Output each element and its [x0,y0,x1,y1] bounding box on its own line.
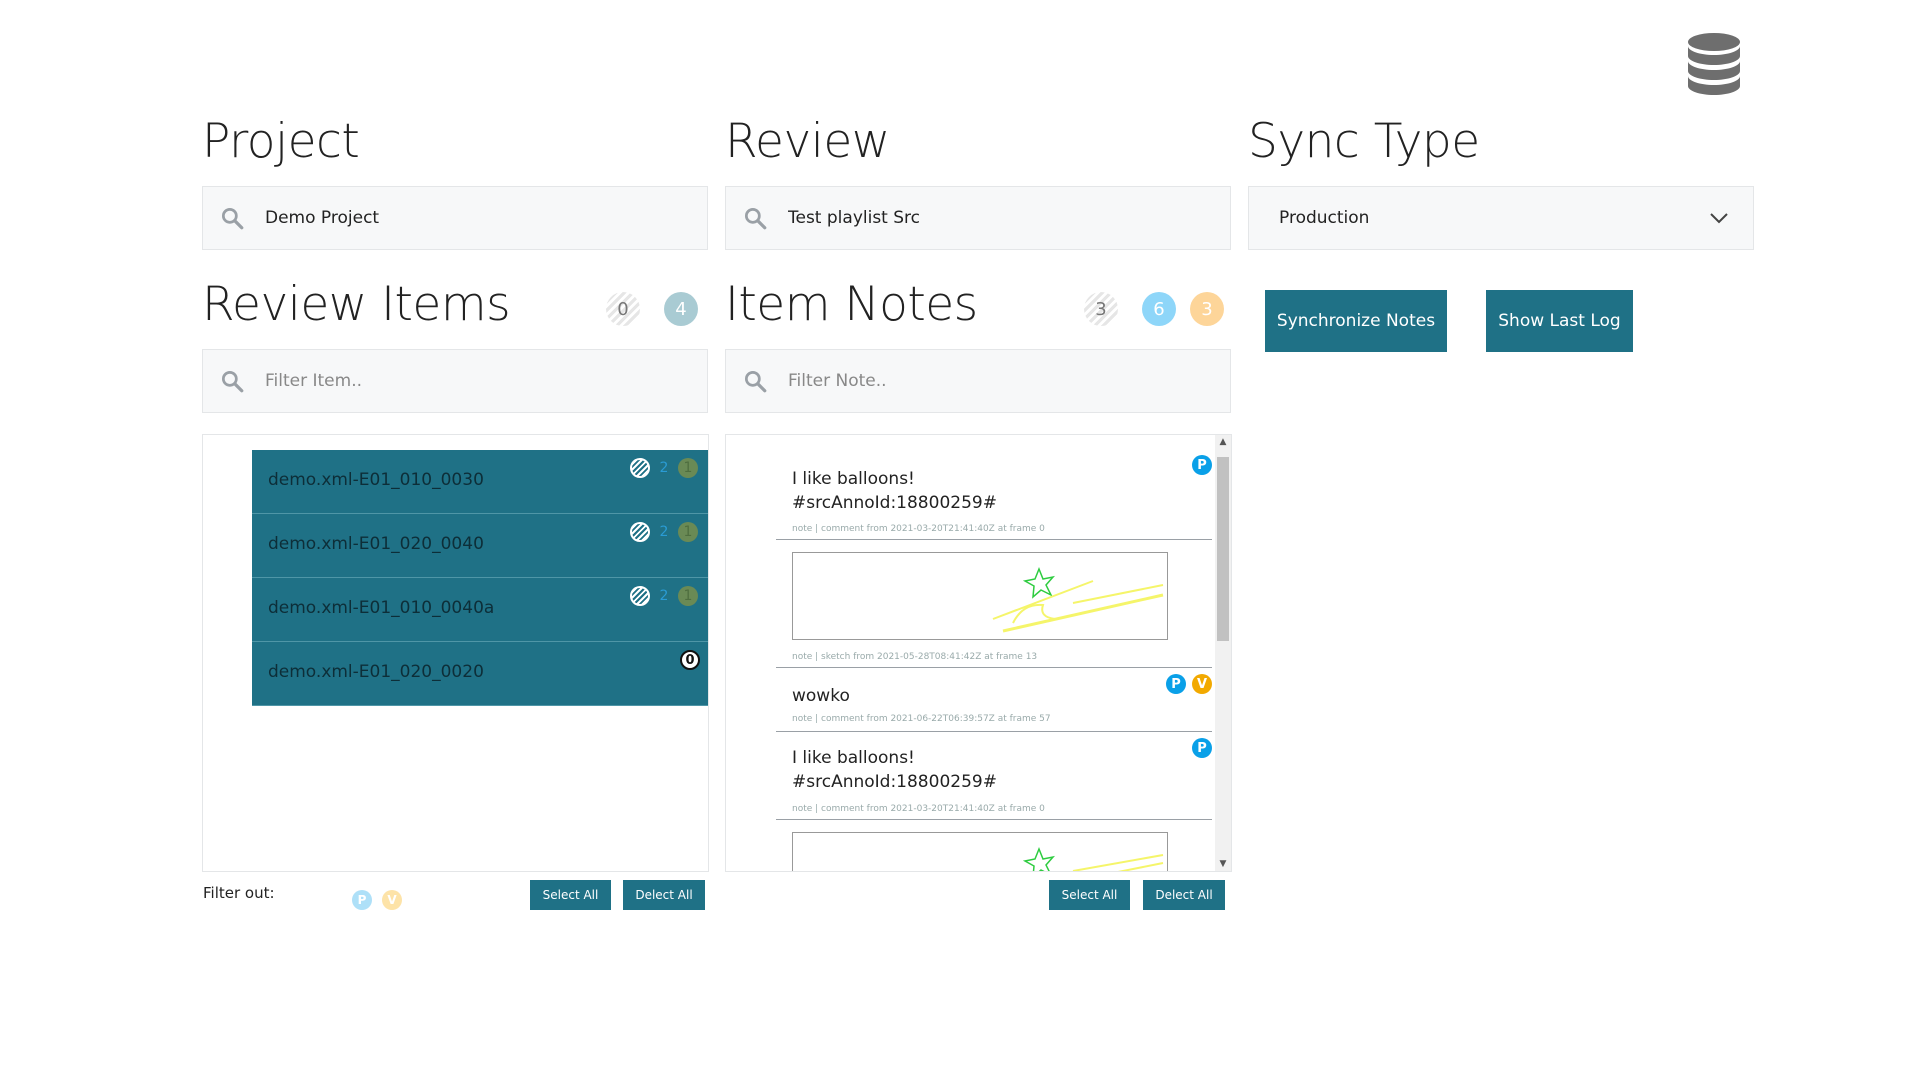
count-green: 1 [678,586,698,606]
filter-out-v-toggle[interactable]: V [382,890,402,910]
note-meta: note | comment from 2021-03-20T21:41:40Z… [792,804,1045,814]
chevron-down-icon [1710,213,1728,224]
note-item[interactable] [776,820,1212,871]
list-item[interactable]: demo.xml-E01_020_0020 0 [252,642,708,706]
project-search[interactable] [202,186,708,250]
notes-orange-badge: 3 [1190,292,1224,326]
count-blue: 2 [659,460,669,476]
tag-p: P [1192,455,1212,475]
note-text: I like balloons! [792,748,915,768]
note-item[interactable]: wowko note | comment from 2021-06-22T06:… [776,668,1212,732]
item-notes-heading: Item Notes [725,277,978,332]
review-search-input[interactable] [788,208,1168,228]
note-item[interactable]: I like balloons! #srcAnnoId:18800259# no… [776,435,1212,540]
sync-type-select[interactable]: Production [1248,186,1754,250]
show-last-log-button[interactable]: Show Last Log [1486,290,1633,352]
item-name: demo.xml-E01_010_0040a [268,598,495,618]
list-item[interactable]: demo.xml-E01_010_0030 2 1 [252,450,708,514]
note-text-line2: #srcAnnoId:18800259# [792,772,997,792]
review-search[interactable] [725,186,1231,250]
item-notes-list[interactable]: I like balloons! #srcAnnoId:18800259# no… [725,434,1232,872]
filter-out-p-toggle[interactable]: P [352,890,372,910]
note-text-line2: #srcAnnoId:18800259# [792,493,997,513]
note-meta: note | comment from 2021-06-22T06:39:57Z… [792,714,1051,724]
zero-badge-icon: 0 [680,650,700,670]
search-icon [744,207,767,230]
list-item[interactable]: demo.xml-E01_020_0040 2 1 [252,514,708,578]
notes-scrollbar[interactable]: ▲ ▼ [1215,435,1231,871]
count-blue: 2 [659,524,669,540]
note-text: wowko [792,686,850,706]
filter-out-label: Filter out: [203,884,275,902]
item-name: demo.xml-E01_020_0020 [268,662,484,682]
scroll-up-icon[interactable]: ▲ [1218,437,1228,447]
count-blue: 2 [659,588,669,604]
synchronize-notes-button[interactable]: Synchronize Notes [1265,290,1447,352]
sync-type-heading: Sync Type [1248,114,1480,169]
sketch-thumbnail [792,552,1168,640]
tag-v: V [1192,674,1212,694]
filter-note-input[interactable] [788,371,1168,391]
sketch-thumbnail [792,832,1168,871]
sync-type-value: Production [1279,208,1370,228]
note-meta: note | comment from 2021-03-20T21:41:40Z… [792,524,1045,534]
status-done-icon [630,586,650,606]
count-green: 1 [678,458,698,478]
items-deselect-all-button[interactable]: Delect All [623,880,705,910]
note-meta: note | sketch from 2021-05-28T08:41:42Z … [792,652,1038,662]
tag-p: P [1192,738,1212,758]
scroll-thumb[interactable] [1217,457,1229,641]
notes-select-all-button[interactable]: Select All [1049,880,1130,910]
scroll-down-icon[interactable]: ▼ [1218,859,1228,869]
database-icon[interactable] [1686,32,1742,96]
count-green: 1 [678,522,698,542]
notes-blue-badge: 6 [1142,292,1176,326]
items-done-badge: 0 [606,292,640,326]
search-icon [221,370,244,393]
filter-item-input[interactable] [265,371,645,391]
status-done-icon [630,522,650,542]
note-item[interactable]: I like balloons! #srcAnnoId:18800259# P … [776,732,1212,820]
list-item[interactable]: demo.xml-E01_010_0040a 2 1 [252,578,708,642]
project-search-input[interactable] [265,208,645,228]
notes-grey-badge: 3 [1084,292,1118,326]
search-icon [221,207,244,230]
items-total-badge: 4 [664,292,698,326]
review-items-heading: Review Items [202,277,511,332]
project-heading: Project [202,114,360,169]
notes-deselect-all-button[interactable]: Delect All [1143,880,1225,910]
note-item[interactable]: note | sketch from 2021-05-28T08:41:42Z … [776,540,1212,668]
filter-note-search[interactable] [725,349,1231,413]
filter-item-search[interactable] [202,349,708,413]
review-items-list[interactable]: demo.xml-E01_010_0030 2 1 demo.xml-E01_0… [202,434,709,872]
item-name: demo.xml-E01_020_0040 [268,534,484,554]
note-text: I like balloons! [792,469,915,489]
status-done-icon [630,458,650,478]
items-select-all-button[interactable]: Select All [530,880,611,910]
item-name: demo.xml-E01_010_0030 [268,470,484,490]
tag-p: P [1166,674,1186,694]
search-icon [744,370,767,393]
review-heading: Review [725,114,890,169]
